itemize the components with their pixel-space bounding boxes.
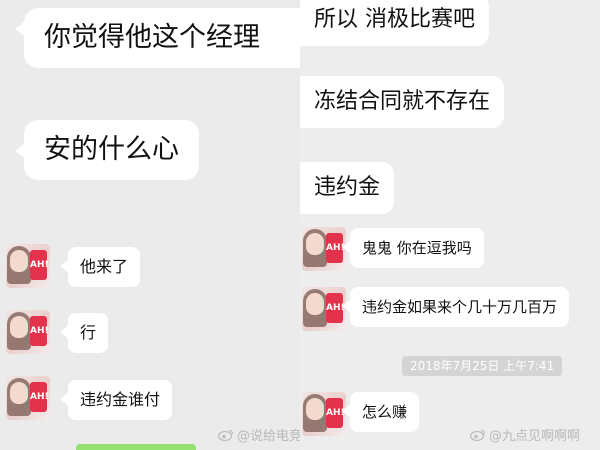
message-bubble[interactable]: 违约金如果来个几十万几百万 — [350, 287, 570, 327]
watermark-right: @九点见啊啊啊 — [470, 425, 580, 444]
chat-panel-left: 你觉得他这个经理 安的什么心 AH! 他来了 AH! 行 AH! 违约金谁付 @… — [0, 0, 300, 450]
avatar-face — [10, 382, 28, 404]
message-bubble[interactable]: 冻结合同就不存在 — [300, 76, 505, 128]
message-text: 违约金 — [314, 175, 381, 200]
avatar-badge: AH! — [326, 293, 345, 323]
avatar[interactable]: AH! — [6, 244, 50, 288]
message-bubble[interactable]: 所以 消极比赛吧 — [300, 0, 489, 46]
message-bubble[interactable]: 违约金谁付 — [68, 380, 173, 420]
message-text: 违约金如果来个几十万几百万 — [362, 298, 558, 316]
message-text: 鬼鬼 你在逗我吗 — [362, 239, 472, 257]
message-text: 他来了 — [80, 257, 129, 276]
message-bubble[interactable]: 鬼鬼 你在逗我吗 — [350, 228, 484, 268]
chat-panel-right: 所以 消极比赛吧 冻结合同就不存在 违约金 AH! 鬼鬼 你在逗我吗 AH! 违… — [300, 0, 600, 450]
message-bubble[interactable]: 行 — [68, 313, 109, 353]
message-text: 所以 消极比赛吧 — [314, 7, 475, 32]
bubble-tail — [342, 404, 351, 418]
watermark-text: @九点见啊啊啊 — [489, 429, 581, 444]
message-bubble[interactable]: 安的什么心 — [24, 120, 199, 180]
avatar-badge: AH! — [326, 398, 345, 428]
message-text: 行 — [80, 323, 97, 342]
avatar[interactable]: AH! — [302, 227, 346, 271]
chat-screenshot-collage: 你觉得他这个经理 安的什么心 AH! 他来了 AH! 行 AH! 违约金谁付 @… — [0, 0, 600, 450]
avatar[interactable]: AH! — [6, 310, 50, 354]
bubble-tail — [15, 22, 24, 36]
message-text: 你觉得他这个经理 — [44, 22, 260, 53]
message-bubble[interactable]: 你觉得他这个经理 — [24, 8, 300, 68]
bubble-tail — [60, 259, 69, 273]
message-text: 违约金谁付 — [80, 390, 161, 409]
sent-message-bubble-edge[interactable] — [76, 444, 196, 450]
avatar-badge: AH! — [30, 382, 49, 412]
watermark-text: @说给电竞者美人 — [237, 429, 300, 444]
avatar-badge: AH! — [30, 250, 49, 280]
avatar-face — [306, 233, 324, 255]
avatar[interactable]: AH! — [302, 392, 346, 436]
timestamp: 2018年7月25日 上午7:41 — [402, 356, 563, 376]
message-bubble[interactable]: 他来了 — [68, 247, 141, 287]
bubble-tail — [342, 240, 351, 254]
avatar-badge: AH! — [30, 316, 49, 346]
watermark-left: @说给电竞者美人 — [218, 425, 300, 444]
avatar[interactable]: AH! — [302, 287, 346, 331]
weibo-icon — [470, 429, 486, 441]
message-bubble[interactable]: 怎么赚 — [350, 392, 420, 432]
avatar-badge: AH! — [326, 233, 345, 263]
bubble-tail — [60, 392, 69, 406]
message-text: 怎么赚 — [362, 403, 408, 421]
avatar-face — [306, 293, 324, 315]
bubble-tail — [15, 144, 24, 158]
avatar[interactable]: AH! — [6, 376, 50, 420]
bubble-tail — [60, 325, 69, 339]
avatar-face — [10, 250, 28, 272]
avatar-face — [306, 398, 324, 420]
bubble-tail — [342, 299, 351, 313]
message-bubble[interactable]: 违约金 — [300, 162, 395, 214]
message-text: 冻结合同就不存在 — [314, 89, 491, 114]
weibo-icon — [218, 429, 234, 441]
message-text: 安的什么心 — [44, 134, 179, 165]
avatar-face — [10, 316, 28, 338]
